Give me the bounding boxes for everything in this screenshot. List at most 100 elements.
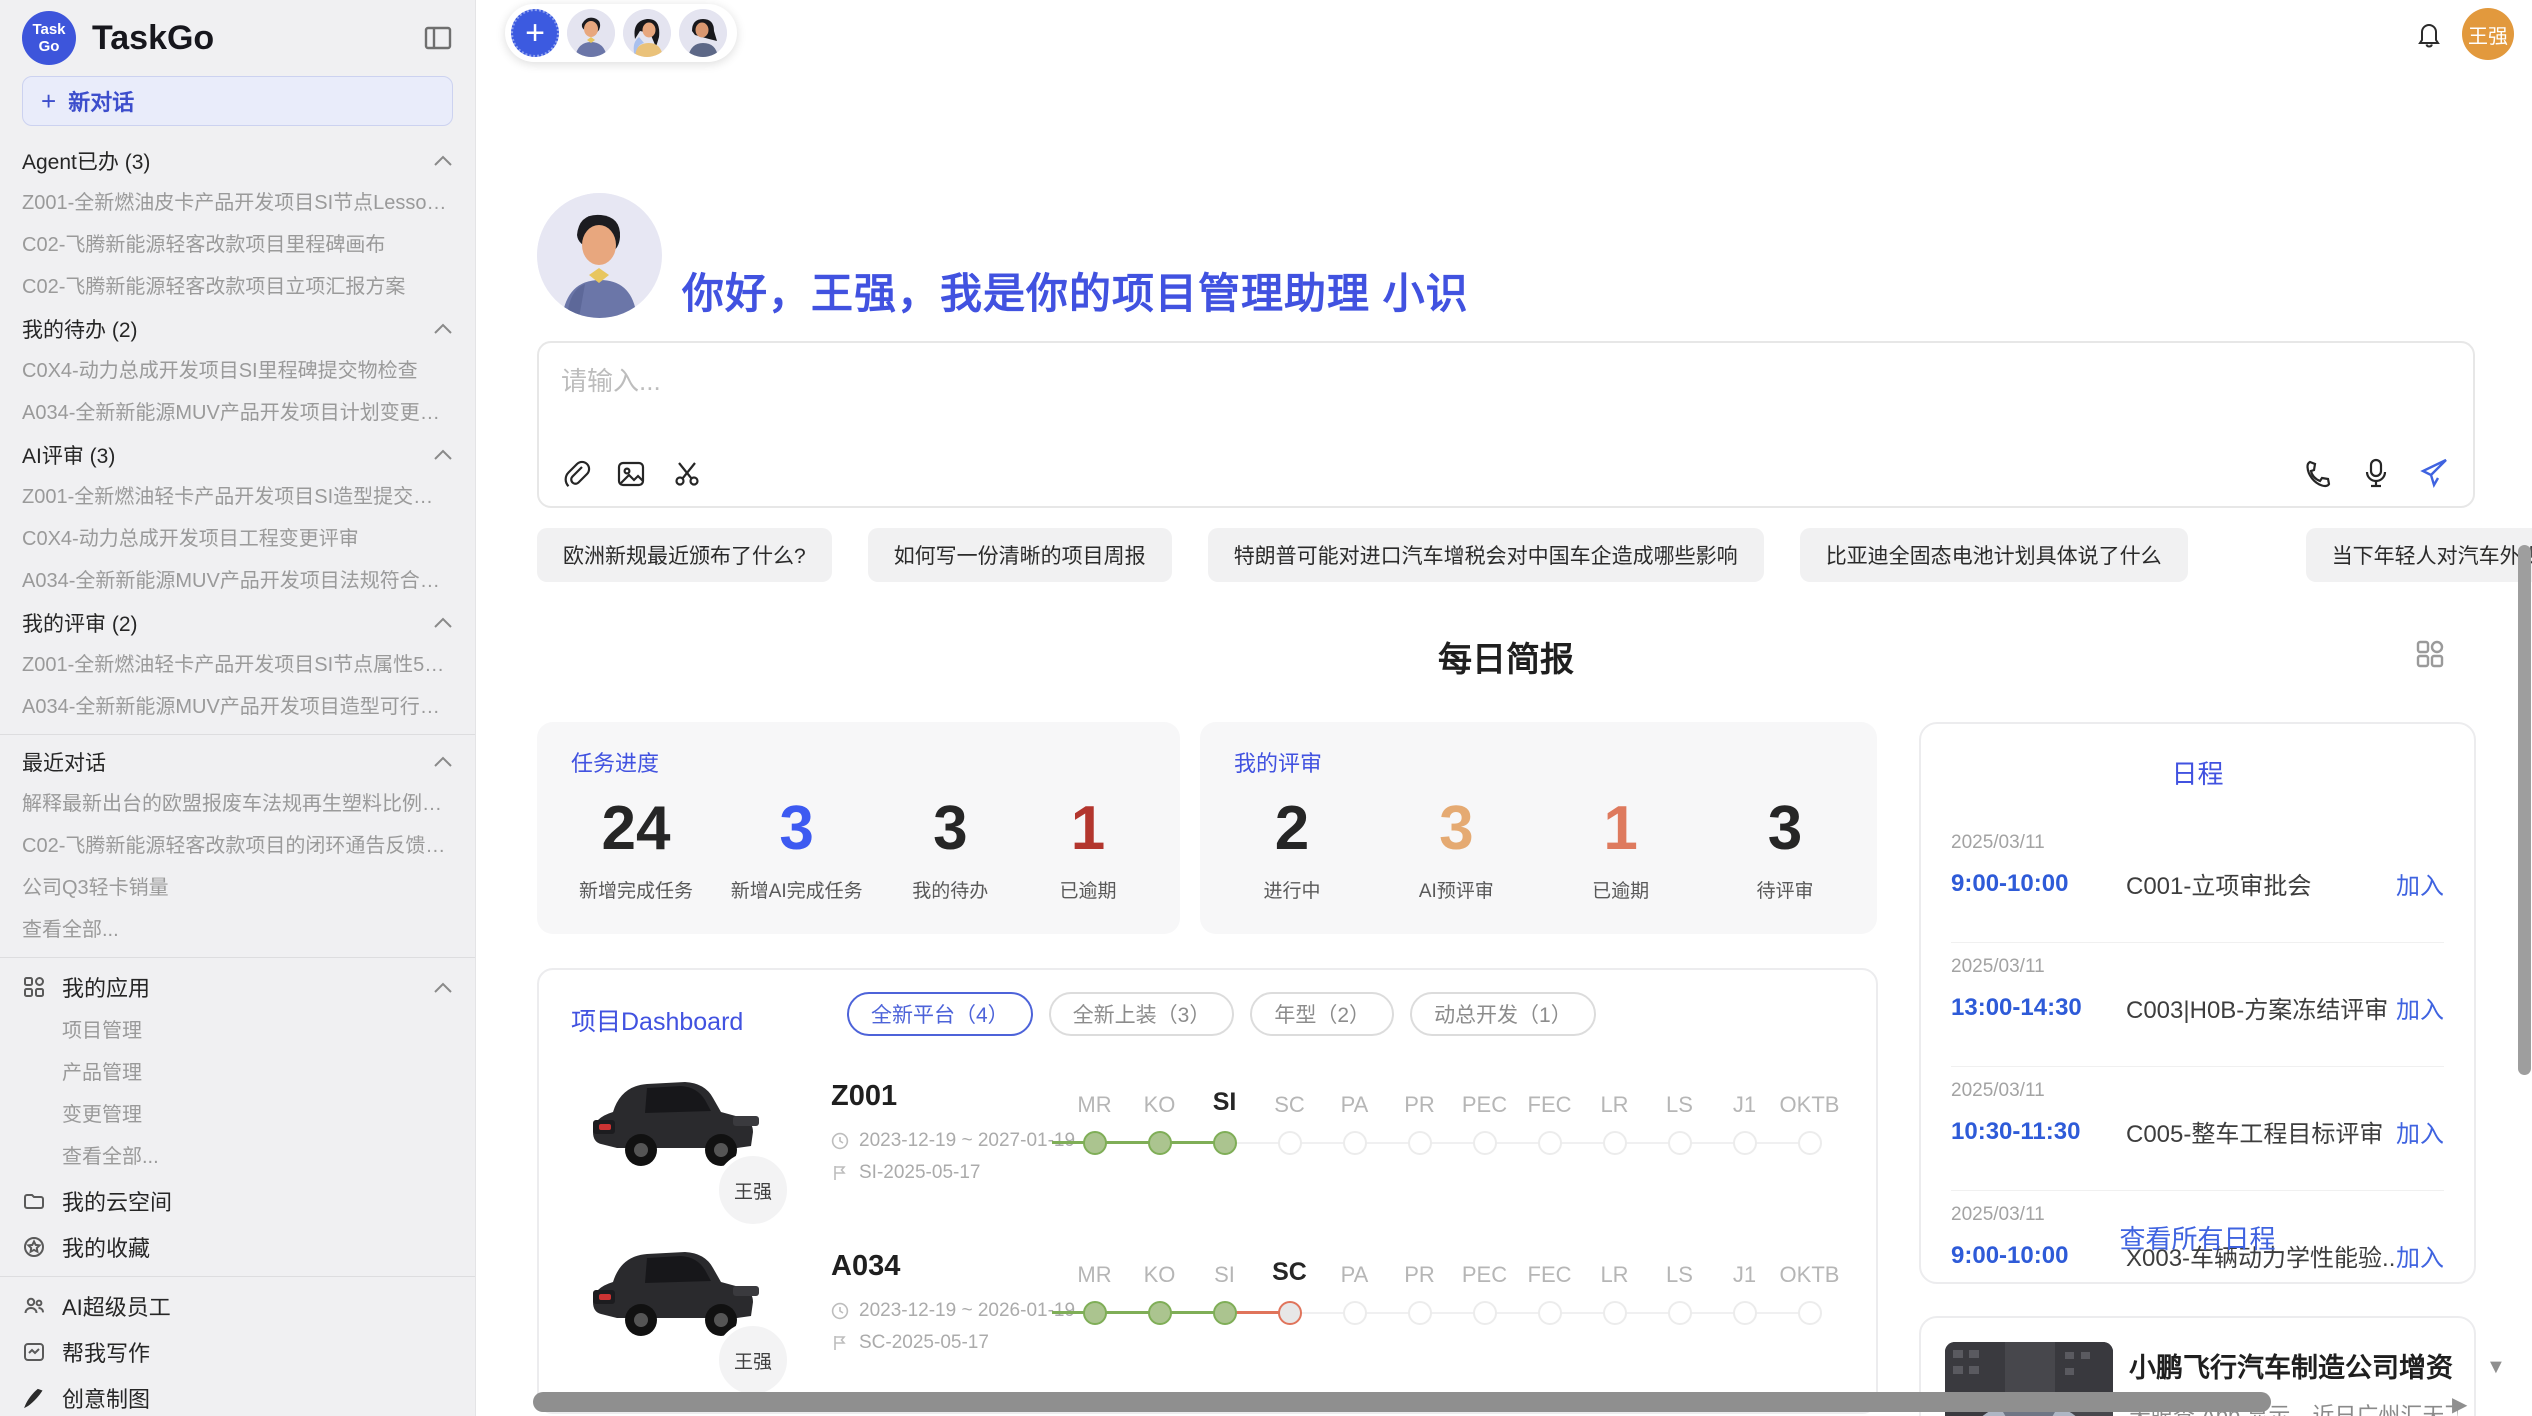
add-member-button[interactable]: + (511, 9, 559, 57)
list-item[interactable]: Z001-全新燃油轻卡产品开发项目SI节点属性5D文件评审 (22, 644, 453, 686)
milestone-label: MR (1062, 1262, 1127, 1288)
user-avatar[interactable]: 王强 (2462, 8, 2514, 60)
chevron-up-icon[interactable] (433, 149, 453, 173)
schedule-title: 日程 (1921, 754, 2474, 791)
view-all-apps[interactable]: 查看全部... (22, 1136, 453, 1178)
section-my-todo[interactable]: 我的待办 (2) (22, 308, 453, 350)
people-icon (22, 1294, 46, 1318)
list-item[interactable]: A034-全新新能源MUV产品开发项目造型可行性评审 (22, 686, 453, 728)
app-item-project-mgmt[interactable]: 项目管理 (22, 1010, 453, 1052)
list-item[interactable]: Z001-全新燃油轻卡产品开发项目SI造型提交物评审 (22, 476, 453, 518)
logo-line1: Task (32, 21, 65, 38)
chevron-up-icon[interactable] (433, 443, 453, 467)
suggestion-chip[interactable]: 欧洲新规最近颁布了什么? (537, 528, 832, 582)
filter-tab[interactable]: 动总开发（1） (1410, 992, 1596, 1036)
join-link[interactable]: 加入 (2396, 866, 2444, 901)
logo-line2: Go (39, 38, 60, 55)
image-icon[interactable] (615, 458, 647, 490)
new-chat-button[interactable]: + 新对话 (22, 76, 453, 126)
attachment-icon[interactable] (561, 459, 591, 489)
dashboard-title: 项目Dashboard (571, 1002, 743, 1038)
sidebar-item-label: AI超级员工 (62, 1290, 171, 1322)
section-ai-review[interactable]: AI评审 (3) (22, 434, 453, 476)
notification-bell-icon[interactable] (2412, 17, 2446, 56)
briefing-title: 每日简报 (537, 632, 2475, 681)
view-all-schedule-link[interactable]: 查看所有日程 (1921, 1219, 2474, 1256)
send-icon[interactable] (2417, 456, 2451, 490)
section-recent-chats[interactable]: 最近对话 (22, 741, 453, 783)
chevron-up-icon[interactable] (433, 317, 453, 341)
phone-icon[interactable] (2303, 457, 2335, 489)
chat-input[interactable]: 请输入... (537, 341, 2475, 508)
suggestion-chips: 欧洲新规最近颁布了什么? 如何写一份清晰的项目周报 特朗普可能对进口汽车增税会对… (537, 528, 2532, 582)
layout-grid-icon[interactable] (2414, 638, 2446, 670)
milestone-dot (1798, 1131, 1822, 1155)
scissors-icon[interactable] (671, 458, 703, 490)
milestone-label: MR (1062, 1092, 1127, 1118)
scroll-right-arrow[interactable]: ▶ (2452, 1392, 2467, 1416)
milestone-dot (1668, 1131, 1692, 1155)
avatar[interactable] (567, 9, 615, 57)
flag-icon (831, 1334, 849, 1352)
filter-tab[interactable]: 年型（2） (1250, 992, 1394, 1036)
milestone-dot-done (1148, 1301, 1172, 1325)
card-title: 任务进度 (571, 746, 1146, 778)
sidebar-item-creative-drawing[interactable]: 创意制图 (22, 1375, 453, 1416)
sidebar-item-my-apps[interactable]: 我的应用 (22, 964, 453, 1010)
avatar[interactable] (623, 9, 671, 57)
section-my-review[interactable]: 我的评审 (2) (22, 602, 453, 644)
filter-tab[interactable]: 全新平台（4） (847, 992, 1033, 1036)
filter-tab[interactable]: 全新上装（3） (1049, 992, 1235, 1036)
suggestion-chip[interactable]: 特朗普可能对进口汽车增税会对中国车企造成哪些影响 (1208, 528, 1764, 582)
schedule-event-title: C005-整车工程目标评审 (2126, 1114, 2396, 1149)
list-item[interactable]: C02-飞腾新能源轻客改款项目立项汇报方案 (22, 266, 453, 308)
flag-icon (831, 1164, 849, 1182)
section-label: 最近对话 (22, 747, 106, 777)
suggestion-chip[interactable]: 如何写一份清晰的项目周报 (868, 528, 1172, 582)
microphone-icon[interactable] (2361, 457, 2391, 489)
sidebar-item-help-me-write[interactable]: 帮我写作 (22, 1329, 453, 1375)
schedule-time: 9:00-10:00 (1951, 870, 2126, 898)
milestone-label: LR (1582, 1262, 1647, 1288)
list-item[interactable]: C02-飞腾新能源轻客改款项目里程碑画布 (22, 224, 453, 266)
project-owner-badge: 王强 (715, 1322, 791, 1398)
list-item[interactable]: A034-全新新能源MUV产品开发项目计划变更表编写 (22, 392, 453, 434)
list-item[interactable]: 公司Q3轻卡销量 (22, 867, 453, 909)
app-item-product-mgmt[interactable]: 产品管理 (22, 1052, 453, 1094)
milestone-label: J1 (1712, 1092, 1777, 1118)
list-item[interactable]: C0X4-动力总成开发项目SI里程碑提交物检查 (22, 350, 453, 392)
sidebar-collapse-icon[interactable] (423, 23, 453, 53)
list-item[interactable]: A034-全新新能源MUV产品开发项目法规符合性评审 (22, 560, 453, 602)
divider (1951, 1066, 2444, 1067)
milestone-label: LS (1647, 1092, 1712, 1118)
vertical-scrollbar[interactable] (2518, 545, 2531, 1075)
clock-icon (831, 1132, 849, 1150)
horizontal-scrollbar[interactable] (533, 1392, 2271, 1412)
app-item-change-mgmt[interactable]: 变更管理 (22, 1094, 453, 1136)
project-row[interactable]: 王强 Z001 2023-12-19 ~ 2027-01-19 SI-2025-… (539, 1048, 1876, 1218)
list-item[interactable]: Z001-全新燃油皮卡产品开发项目SI节点Lesson Learn报告 (22, 182, 453, 224)
list-item[interactable]: C02-飞腾新能源轻客改款项目的闭环通告反馈情况 (22, 825, 453, 867)
suggestion-chip[interactable]: 当下年轻人对汽车外观有怎样的喜好趋势 (2306, 528, 2532, 582)
scroll-down-arrow[interactable]: ▼ (2486, 1356, 2506, 1379)
sidebar-item-favorites[interactable]: 我的收藏 (22, 1224, 453, 1270)
project-flag-date: SI-2025-05-17 (831, 1162, 980, 1184)
join-link[interactable]: 加入 (2396, 990, 2444, 1025)
chevron-up-icon[interactable] (433, 974, 453, 1000)
chevron-up-icon[interactable] (433, 750, 453, 774)
project-dates: 2023-12-19 ~ 2026-01-19 (831, 1300, 1075, 1322)
view-all-recent[interactable]: 查看全部... (22, 909, 453, 951)
avatar[interactable] (679, 9, 727, 57)
milestone-dot (1473, 1131, 1497, 1155)
section-agent-done[interactable]: Agent已办 (3) (22, 140, 453, 182)
list-item[interactable]: 解释最新出台的欧盟报废车法规再生塑料比例被调至15%... (22, 783, 453, 825)
suggestion-chip[interactable]: 比亚迪全固态电池计划具体说了什么 (1800, 528, 2188, 582)
sidebar-item-ai-super-staff[interactable]: AI超级员工 (22, 1283, 453, 1329)
chevron-up-icon[interactable] (433, 611, 453, 635)
sidebar-item-cloud-space[interactable]: 我的云空间 (22, 1178, 453, 1224)
join-link[interactable]: 加入 (2396, 1114, 2444, 1149)
milestone-dot (1408, 1131, 1432, 1155)
greeting-text: 你好，王强，我是你的项目管理助理 小识 (682, 260, 1469, 321)
list-item[interactable]: C0X4-动力总成开发项目工程变更评审 (22, 518, 453, 560)
project-row[interactable]: 王强 A034 2023-12-19 ~ 2026-01-19 SC-2025-… (539, 1218, 1876, 1388)
